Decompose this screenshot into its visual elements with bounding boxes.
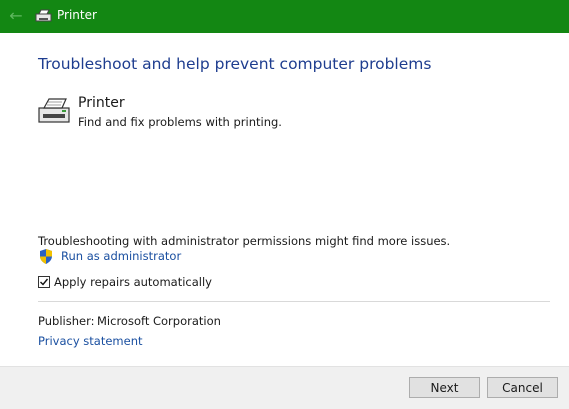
footer-bar: Next Cancel bbox=[0, 366, 569, 409]
cancel-button[interactable]: Cancel bbox=[487, 377, 558, 398]
window-title: Printer bbox=[57, 8, 97, 22]
printer-icon bbox=[38, 98, 70, 123]
run-as-administrator-link[interactable]: Run as administrator bbox=[61, 249, 181, 263]
checkmark-icon bbox=[40, 278, 49, 286]
tool-name: Printer bbox=[78, 95, 125, 111]
page-heading: Troubleshoot and help prevent computer p… bbox=[38, 55, 432, 73]
title-bar: ← Printer bbox=[0, 0, 569, 33]
apply-repairs-checkbox[interactable] bbox=[38, 276, 50, 288]
admin-note: Troubleshooting with administrator permi… bbox=[38, 234, 451, 248]
publisher-label: Publisher: bbox=[38, 314, 95, 328]
printer-icon bbox=[35, 9, 52, 22]
tool-description: Find and fix problems with printing. bbox=[78, 115, 282, 129]
publisher-value: Microsoft Corporation bbox=[97, 314, 221, 328]
next-button[interactable]: Next bbox=[409, 377, 480, 398]
back-arrow-icon[interactable]: ← bbox=[6, 6, 26, 26]
apply-repairs-label[interactable]: Apply repairs automatically bbox=[54, 275, 212, 289]
uac-shield-icon bbox=[40, 249, 52, 264]
divider bbox=[38, 301, 550, 302]
privacy-statement-link[interactable]: Privacy statement bbox=[38, 334, 143, 348]
